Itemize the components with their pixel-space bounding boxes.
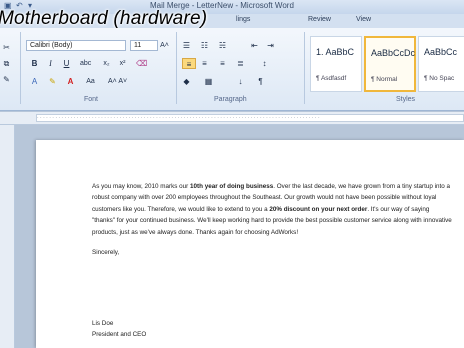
group-separator bbox=[20, 32, 21, 104]
subscript-button[interactable]: x₂ bbox=[102, 58, 111, 69]
shading-icon[interactable]: ◆ bbox=[182, 76, 191, 87]
signature-block: Lis Doe President and CEO bbox=[92, 318, 146, 340]
style-sample: AaBbCc bbox=[424, 47, 458, 57]
tab-review[interactable]: Review bbox=[308, 16, 331, 23]
copy-icon[interactable]: ⧉ bbox=[2, 58, 11, 69]
clear-formatting-icon[interactable]: ⌫ bbox=[136, 58, 147, 69]
tab-view[interactable]: View bbox=[356, 16, 371, 23]
document-page[interactable]: As you may know, 2010 marks our 10th yea… bbox=[36, 140, 464, 348]
bold-button[interactable]: B bbox=[30, 58, 39, 69]
bold-text-run: 20% discount on your next order bbox=[269, 205, 368, 213]
show-formatting-icon[interactable]: ¶ bbox=[256, 76, 265, 87]
numbering-icon[interactable]: ☷ bbox=[200, 40, 209, 51]
signer-name: Lis Doe bbox=[92, 320, 114, 327]
grow-font-icon[interactable]: A˄ bbox=[160, 40, 169, 51]
italic-button[interactable]: I bbox=[46, 58, 55, 69]
style-sample: AaBbCcDc bbox=[371, 48, 416, 58]
align-left-button[interactable]: ≡ bbox=[182, 58, 196, 69]
increase-indent-icon[interactable]: ⇥ bbox=[266, 40, 275, 51]
sort-icon[interactable]: ↓ bbox=[236, 76, 245, 87]
group-separator bbox=[176, 32, 177, 104]
decrease-indent-icon[interactable]: ⇤ bbox=[250, 40, 259, 51]
style-normal[interactable]: AaBbCcDc ¶ Normal bbox=[364, 36, 416, 92]
text-run: As you may know, 2010 marks our bbox=[92, 183, 190, 190]
style-name: ¶ No Spac bbox=[424, 75, 455, 82]
overlay-heading: Motherboard (hardware) bbox=[0, 8, 208, 29]
horizontal-ruler: · · · · · · · · · · · · · · · · · · · · … bbox=[0, 112, 464, 125]
format-painter-icon[interactable]: ✎ bbox=[2, 74, 11, 85]
group-separator bbox=[304, 32, 305, 104]
text-effects-icon[interactable]: A bbox=[30, 76, 39, 87]
line-spacing-icon[interactable]: ↕ bbox=[260, 58, 269, 69]
highlight-icon[interactable]: ✎ bbox=[48, 76, 57, 87]
ribbon: ✂ ⧉ ✎ Calibri (Body) 11 A˄ B I U abc x₂ … bbox=[0, 28, 464, 111]
tab-mailings[interactable]: lings bbox=[236, 16, 250, 23]
font-group-label: Font bbox=[84, 96, 99, 103]
cut-icon[interactable]: ✂ bbox=[2, 42, 11, 53]
letter-paragraph: As you may know, 2010 marks our 10th yea… bbox=[92, 181, 452, 238]
styles-group-label: Styles bbox=[396, 96, 416, 103]
align-center-button[interactable]: ≡ bbox=[200, 58, 209, 69]
style-sample: 1. AaBbC bbox=[316, 47, 355, 57]
justify-button[interactable]: ≣ bbox=[236, 58, 245, 69]
signer-title: President and CEO bbox=[92, 331, 147, 338]
style-no-spacing[interactable]: AaBbCc ¶ No Spac bbox=[418, 36, 464, 92]
change-case-icon[interactable]: Aa bbox=[86, 76, 95, 87]
grow-shrink-font-icon[interactable]: A˄ A˅ bbox=[108, 76, 127, 87]
font-color-icon[interactable]: A bbox=[66, 76, 75, 87]
ruler-track[interactable]: · · · · · · · · · · · · · · · · · · · · … bbox=[36, 114, 464, 122]
letter-body[interactable]: As you may know, 2010 marks our 10th yea… bbox=[92, 181, 452, 258]
font-family-select[interactable]: Calibri (Body) bbox=[26, 40, 126, 51]
font-size-select[interactable]: 11 bbox=[130, 40, 158, 51]
superscript-button[interactable]: x² bbox=[118, 58, 127, 69]
paragraph-group-label: Paragraph bbox=[214, 96, 247, 103]
borders-icon[interactable]: ▦ bbox=[204, 76, 213, 87]
bold-text-run: 10th year of doing business bbox=[190, 183, 274, 190]
strikethrough-button[interactable]: abc bbox=[80, 58, 91, 69]
vertical-ruler bbox=[0, 125, 15, 348]
style-heading[interactable]: 1. AaBbC ¶ Asdfasdf bbox=[310, 36, 362, 92]
style-name: ¶ Normal bbox=[371, 76, 398, 83]
align-right-button[interactable]: ≡ bbox=[218, 58, 227, 69]
letter-closing: Sincerely, bbox=[92, 249, 120, 257]
multilevel-list-icon[interactable]: ☵ bbox=[218, 40, 227, 51]
style-name: ¶ Asdfasdf bbox=[316, 75, 347, 82]
underline-button[interactable]: U bbox=[62, 58, 71, 69]
bullets-icon[interactable]: ☰ bbox=[182, 40, 191, 51]
